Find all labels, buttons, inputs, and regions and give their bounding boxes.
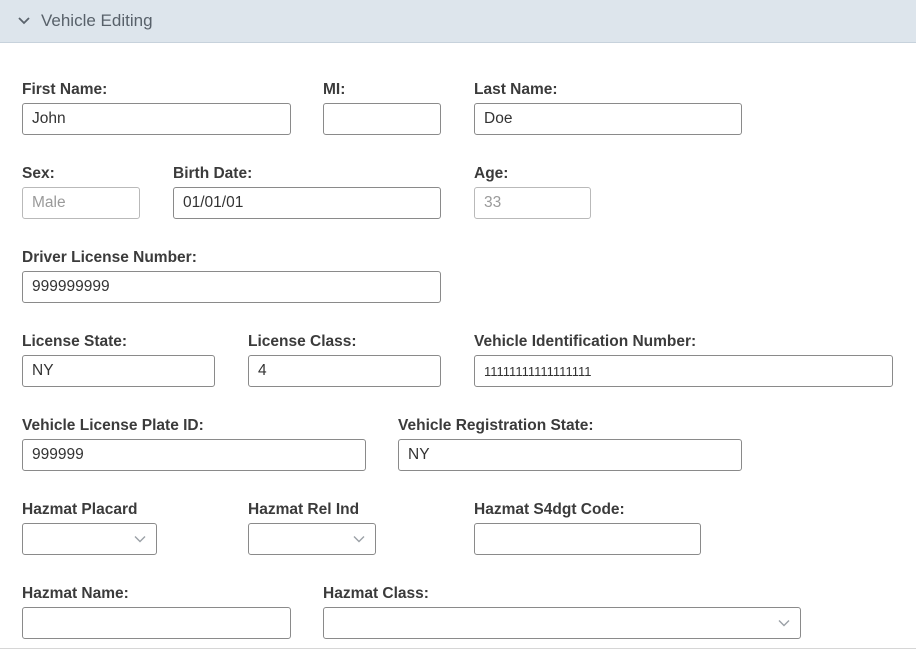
birth-date-input[interactable] [173, 187, 441, 219]
divider [0, 648, 916, 649]
last-name-input[interactable] [474, 103, 742, 135]
chevron-down-icon [778, 620, 790, 627]
license-class-label: License Class: [248, 333, 357, 350]
section-title: Vehicle Editing [41, 11, 153, 30]
section-header[interactable]: Vehicle Editing [0, 0, 916, 43]
registration-state-label: Vehicle Registration State: [398, 417, 594, 434]
age-field [474, 187, 591, 219]
hazmat-placard-label: Hazmat Placard [22, 501, 138, 518]
last-name-label: Last Name: [474, 81, 558, 98]
license-state-label: License State: [22, 333, 128, 350]
mi-input[interactable] [323, 103, 441, 135]
hazmat-name-input[interactable] [22, 607, 291, 639]
hazmat-rel-ind-label: Hazmat Rel Ind [248, 501, 360, 518]
vin-label: Vehicle Identification Number: [474, 333, 697, 350]
hazmat-placard-select[interactable] [22, 523, 157, 555]
plate-id-input[interactable] [22, 439, 366, 471]
birth-date-label: Birth Date: [173, 165, 253, 182]
chevron-down-icon[interactable] [17, 14, 31, 28]
hazmat-s4dgt-input[interactable] [474, 523, 701, 555]
license-state-input[interactable] [22, 355, 215, 387]
hazmat-class-label: Hazmat Class: [323, 585, 429, 602]
hazmat-rel-ind-select[interactable] [248, 523, 376, 555]
hazmat-name-label: Hazmat Name: [22, 585, 129, 602]
driver-license-input[interactable] [22, 271, 441, 303]
mi-label: MI: [323, 81, 346, 98]
first-name-label: First Name: [22, 81, 108, 98]
first-name-input[interactable] [22, 103, 291, 135]
driver-license-label: Driver License Number: [22, 249, 197, 266]
registration-state-input[interactable] [398, 439, 742, 471]
age-label: Age: [474, 165, 509, 182]
vin-input[interactable] [474, 355, 893, 387]
hazmat-class-select[interactable] [323, 607, 801, 639]
chevron-down-icon [134, 536, 146, 543]
sex-label: Sex: [22, 165, 55, 182]
hazmat-s4dgt-label: Hazmat S4dgt Code: [474, 501, 625, 518]
chevron-down-icon [353, 536, 365, 543]
sex-field [22, 187, 140, 219]
plate-id-label: Vehicle License Plate ID: [22, 417, 204, 434]
license-class-input[interactable] [248, 355, 441, 387]
